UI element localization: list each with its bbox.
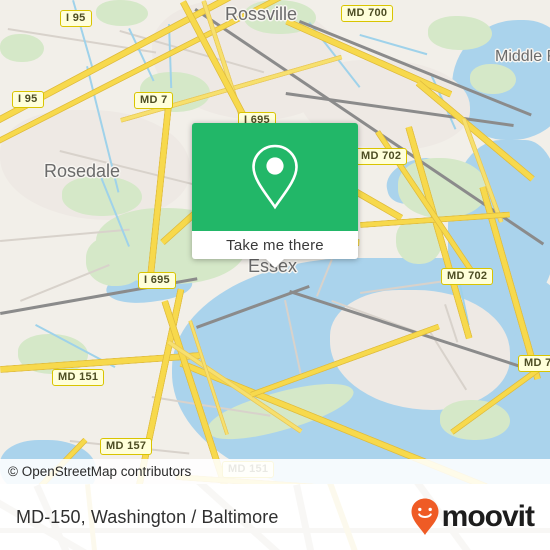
moovit-pin-icon [411, 498, 439, 535]
map-attribution-bar: © OpenStreetMap contributors [0, 459, 550, 484]
take-me-there-label: Take me there [226, 236, 324, 254]
take-me-there-button[interactable]: Take me there [192, 231, 358, 259]
moovit-logo[interactable]: moovit [410, 497, 535, 537]
map-pin-icon [252, 144, 298, 210]
map-canvas[interactable]: I 95 MD 700 I 95 MD 7I 695 MD 702 I 695 MD 702… [0, 0, 550, 484]
moovit-wordmark: moovit [441, 500, 535, 533]
osm-attribution-text: © OpenStreetMap contributors [8, 464, 192, 479]
page-title: MD-150, Washington / Baltimore [16, 506, 279, 527]
callout-tail-pointer [266, 259, 284, 268]
place-label: Rossville [225, 4, 298, 24]
page-footer: MD-150, Washington / Baltimore moovit [0, 484, 550, 550]
place-label: Rosedale [44, 161, 121, 181]
location-callout-card[interactable]: Take me there [192, 123, 358, 268]
callout-pin-panel [192, 123, 358, 231]
place-label: Middle River [495, 48, 550, 65]
moovit-map-screen: I 95 MD 700 I 95 MD 7I 695 MD 702 I 695 MD 702… [0, 0, 550, 550]
